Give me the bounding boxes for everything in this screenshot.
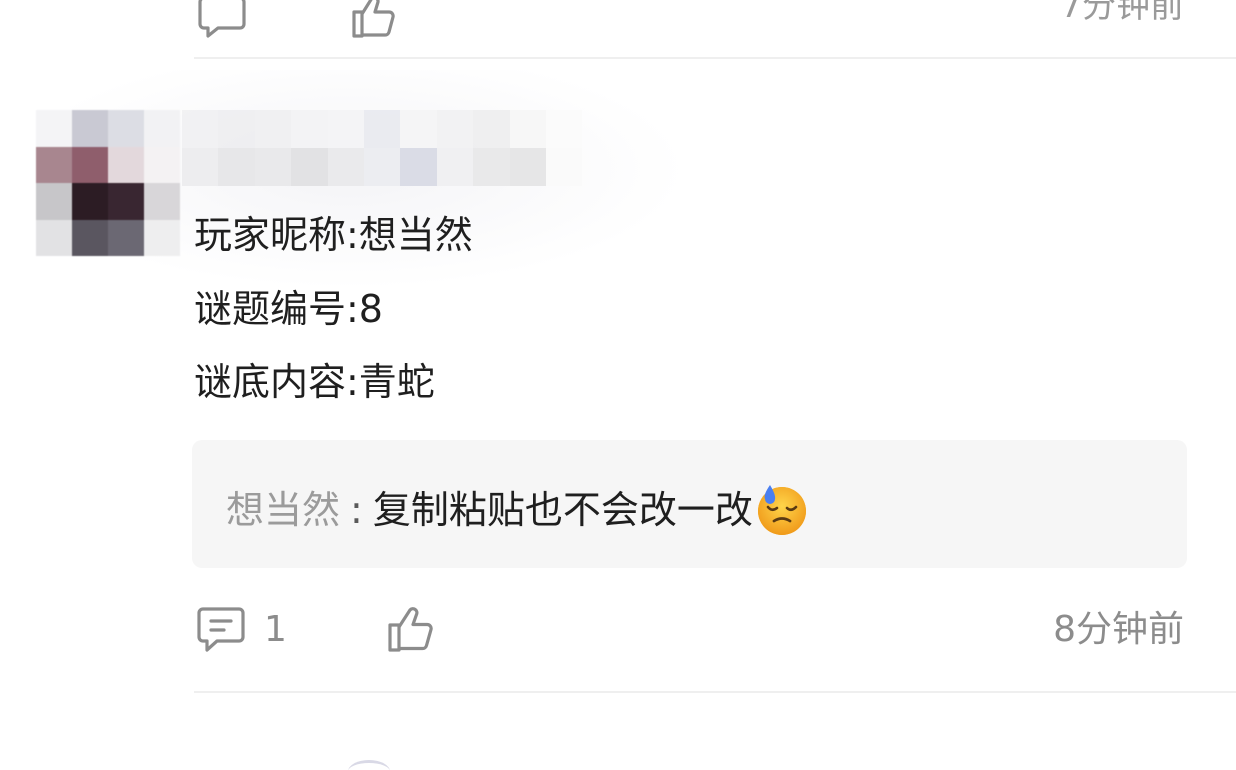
comment-count: 1 — [264, 609, 287, 650]
username-blurred[interactable] — [182, 110, 583, 186]
reply-author[interactable]: 想当然 — [226, 491, 340, 529]
reply-box[interactable]: 想当然 : 复制粘贴也不会改一改 — [192, 440, 1187, 568]
avatar[interactable] — [36, 110, 180, 256]
previous-comment-time: 7分钟前 — [1060, 0, 1184, 26]
comment-icon[interactable] — [196, 604, 246, 658]
reply-line: 想当然 : 复制粘贴也不会改一改 — [226, 483, 809, 537]
sweat-face-icon — [755, 483, 809, 537]
comment-line: 谜题编号:8 — [194, 287, 383, 331]
like-icon[interactable] — [386, 604, 436, 658]
comment-time: 8分钟前 — [1053, 609, 1184, 650]
reply-text: 复制粘贴也不会改一改 — [372, 488, 753, 532]
previous-comment-footer: 7分钟前 — [0, 0, 1236, 38]
comment-feed: 7分钟前 玩家昵称:想当然 谜题编号:8 谜底内容:青蛇 想当然: 复制粘贴也… — [0, 0, 1236, 770]
next-comment-avatar[interactable] — [348, 760, 390, 770]
reply-separator: : — [350, 488, 363, 532]
comment-icon[interactable] — [198, 0, 246, 44]
comment-line: 谜底内容:青蛇 — [194, 360, 435, 404]
divider — [194, 691, 1236, 693]
comment-line: 玩家昵称:想当然 — [194, 213, 473, 257]
divider — [194, 57, 1236, 59]
like-icon[interactable] — [350, 0, 398, 44]
